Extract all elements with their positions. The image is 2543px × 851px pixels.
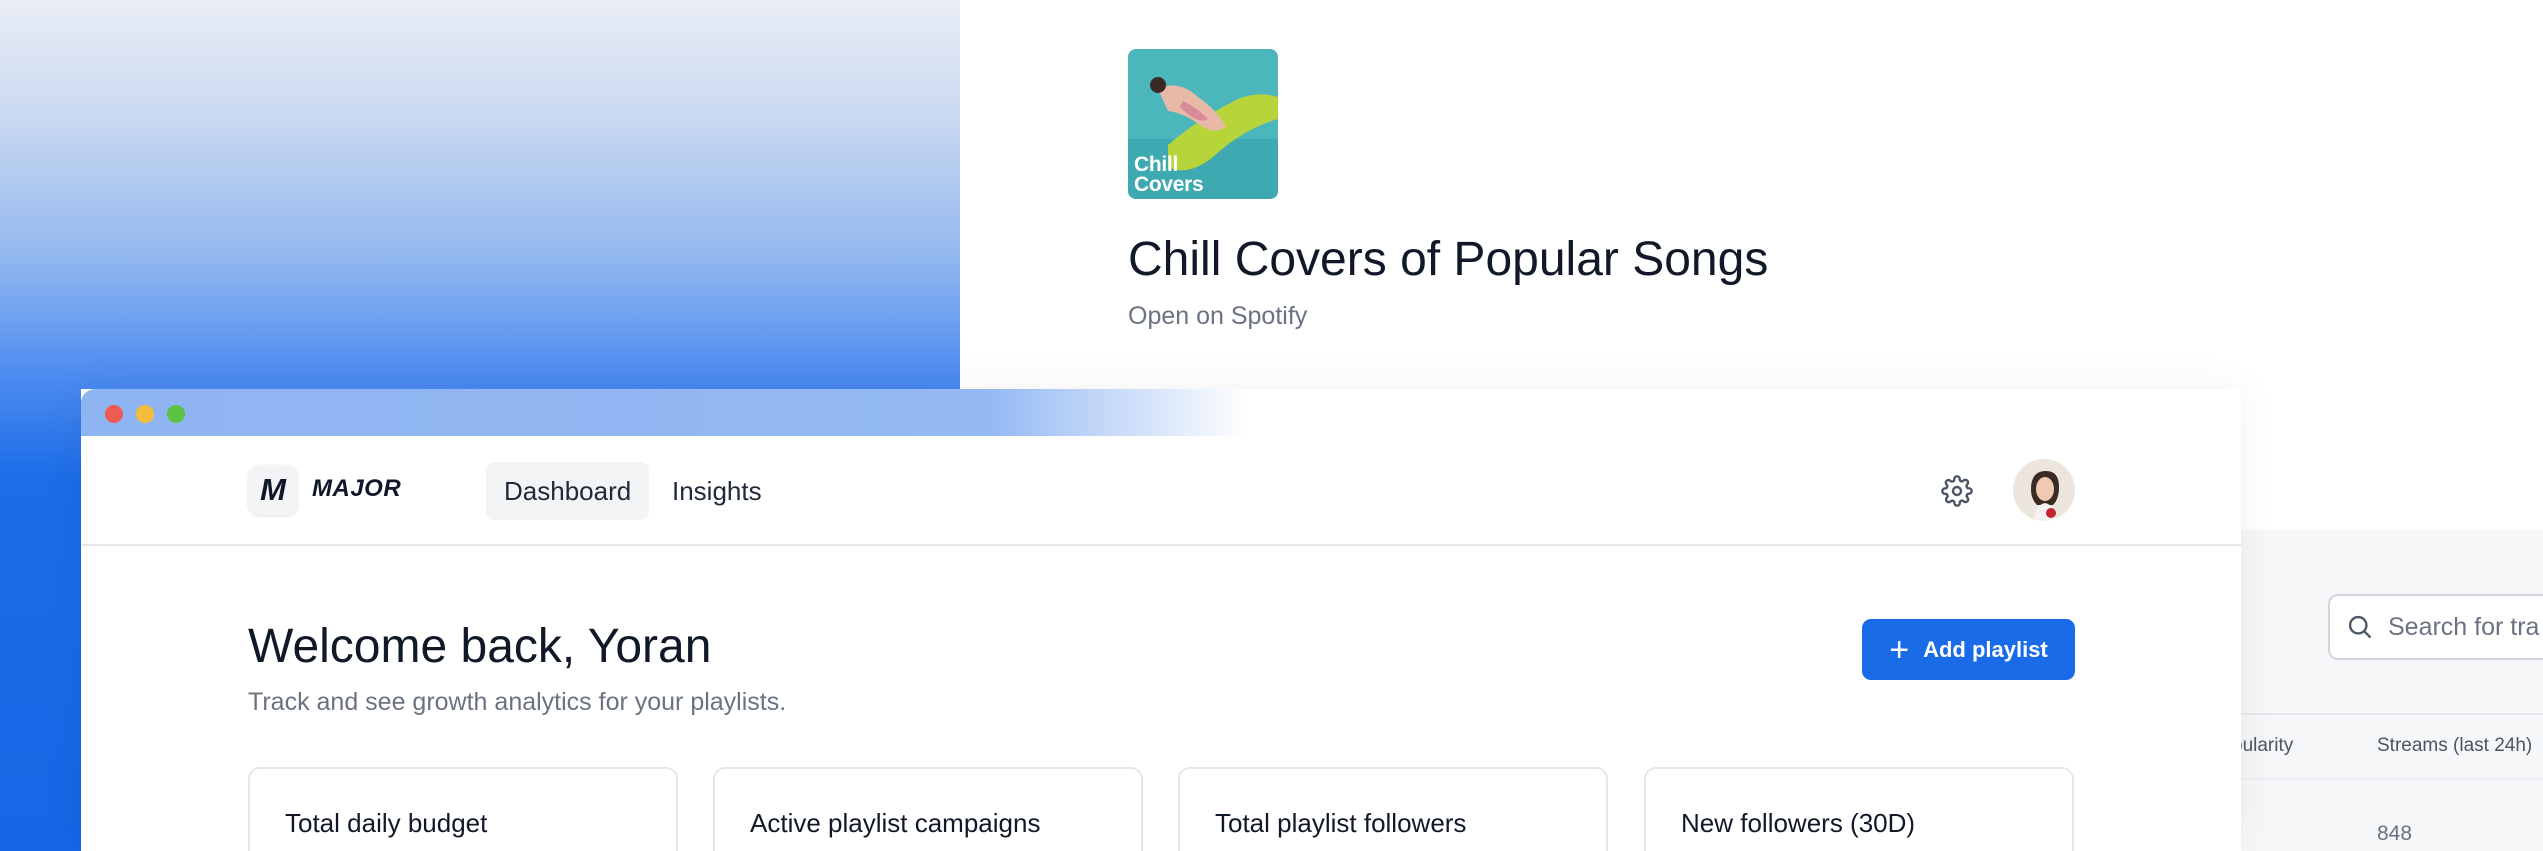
zoom-window-button[interactable] [167, 405, 185, 423]
table-divider [2240, 713, 2543, 715]
minimize-window-button[interactable] [136, 405, 154, 423]
stat-card-total-followers: Total playlist followers [1178, 767, 1608, 851]
stat-card-daily-budget: Total daily budget [248, 767, 678, 851]
cover-text: Chill Covers [1134, 153, 1204, 196]
logo-letter: M [260, 472, 286, 507]
page-subtitle: Track and see growth analytics for your … [248, 688, 787, 716]
playlist-cover-image: Chill Covers [1128, 49, 1278, 199]
stat-label: Total daily budget [285, 808, 488, 838]
search-placeholder: Search for tra [2388, 612, 2540, 641]
page-title: Welcome back, Yoran [248, 620, 712, 673]
top-navbar: M MAJOR Dashboard Insights [81, 436, 2241, 546]
stat-label: Total playlist followers [1215, 808, 1467, 838]
tab-dashboard[interactable]: Dashboard [486, 462, 650, 520]
table-divider [2240, 778, 2543, 780]
column-header-popularity[interactable]: pularity [2232, 735, 2293, 757]
add-playlist-label: Add playlist [1923, 636, 2048, 662]
tab-insights[interactable]: Insights [654, 462, 780, 520]
avatar[interactable] [2013, 459, 2075, 521]
plus-icon: + [1889, 630, 1910, 669]
background-table-panel [2240, 530, 2543, 851]
stat-label: Active playlist campaigns [750, 808, 1041, 838]
close-window-button[interactable] [105, 405, 123, 423]
search-icon [2348, 615, 2372, 639]
stat-card-active-campaigns: Active playlist campaigns [713, 767, 1143, 851]
search-input[interactable]: Search for tra [2328, 594, 2543, 660]
playlist-title: Chill Covers of Popular Songs [1128, 233, 1769, 286]
window-titlebar[interactable] [81, 389, 2241, 436]
open-on-spotify-link[interactable]: Open on Spotify [1128, 302, 1307, 331]
cover-text-line2: Covers [1134, 173, 1204, 196]
add-playlist-button[interactable]: + Add playlist [1862, 619, 2075, 680]
column-header-streams[interactable]: Streams (last 24h) [2377, 735, 2532, 757]
brand-name[interactable]: MAJOR [312, 475, 401, 503]
screen: Chill Covers Chill Covers of Popular Son… [0, 0, 2543, 851]
stat-card-new-followers: New followers (30D) [1644, 767, 2074, 851]
table-cell-streams: 848 [2377, 822, 2413, 845]
cover-text-line1: Chill [1134, 153, 1178, 176]
stat-label: New followers (30D) [1681, 808, 1916, 838]
logo[interactable]: M [248, 465, 298, 515]
app-window: M MAJOR Dashboard Insights Welcome back,… [81, 389, 2241, 851]
gear-icon[interactable] [1941, 475, 1973, 507]
